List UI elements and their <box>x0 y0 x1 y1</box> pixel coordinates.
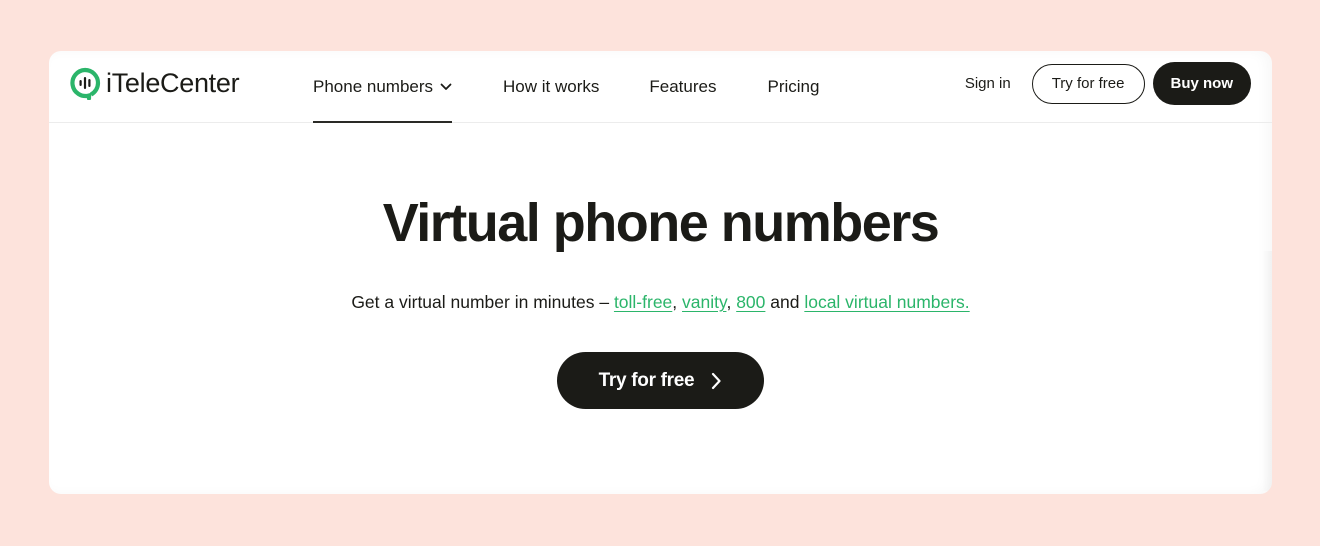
header-actions: Sign in Try for free Buy now <box>965 62 1251 105</box>
vanity-link[interactable]: vanity <box>682 292 726 312</box>
try-for-free-button[interactable]: Try for free <box>1031 63 1145 104</box>
nav-item-label: Features <box>649 76 717 96</box>
chat-bubble-logo-icon <box>70 67 101 100</box>
cta-label: Try for free <box>598 369 695 391</box>
sign-in-link[interactable]: Sign in <box>965 75 1011 92</box>
chevron-right-icon <box>712 372 721 389</box>
site-header: iTeleCenter Phone numbers How it works F… <box>49 51 1272 123</box>
nav-item-pricing[interactable]: Pricing <box>767 51 819 122</box>
separator: , <box>672 292 683 312</box>
page-card: iTeleCenter Phone numbers How it works F… <box>49 51 1272 494</box>
nav-item-how-it-works[interactable]: How it works <box>503 51 599 122</box>
800-link[interactable]: 800 <box>736 292 765 312</box>
separator: , <box>726 292 737 312</box>
local-virtual-numbers-link[interactable]: local virtual numbers. <box>804 292 969 312</box>
separator: and <box>765 292 805 312</box>
nav-item-phone-numbers[interactable]: Phone numbers <box>313 51 453 123</box>
hero-title: Virtual phone numbers <box>382 193 940 253</box>
subtitle-text: Get a virtual number in minutes – <box>351 292 614 312</box>
hero-try-for-free-button[interactable]: Try for free <box>557 352 764 409</box>
nav-item-label: Pricing <box>767 76 820 96</box>
brand-name: iTeleCenter <box>106 68 240 98</box>
hero-subtitle: Get a virtual number in minutes – toll-f… <box>49 290 1272 314</box>
nav-item-label: Phone numbers <box>313 76 434 96</box>
toll-free-link[interactable]: toll-free <box>614 292 672 312</box>
logo[interactable]: iTeleCenter <box>69 67 240 100</box>
chevron-down-icon <box>440 83 452 90</box>
buy-now-button[interactable]: Buy now <box>1152 62 1251 105</box>
main-nav: Phone numbers How it works Features Pric… <box>313 51 819 123</box>
nav-item-features[interactable]: Features <box>649 51 716 122</box>
nav-item-label: How it works <box>503 76 600 96</box>
